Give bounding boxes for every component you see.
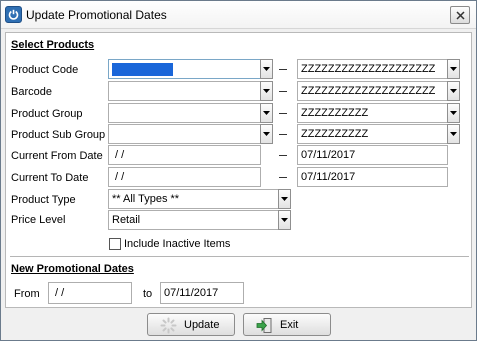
main-panel: Select Products Product Code ZZZZZZZZZZZ… <box>5 32 472 308</box>
current-from-date-to-input[interactable]: 07/11/2017 <box>297 145 448 165</box>
new-to-date-input[interactable]: 07/11/2017 <box>160 282 244 304</box>
title-bar: Update Promotional Dates <box>1 1 476 29</box>
chevron-down-icon <box>263 111 270 115</box>
new-to-label: to <box>143 288 153 300</box>
barcode-from-dropdown[interactable] <box>260 81 273 101</box>
chevron-down-icon <box>263 132 270 136</box>
exit-button[interactable]: Exit <box>243 313 331 336</box>
new-from-label: From <box>14 288 40 300</box>
current-to-date-to-input[interactable]: 07/11/2017 <box>297 167 448 187</box>
include-inactive-label: Include Inactive Items <box>124 238 231 250</box>
close-icon <box>456 11 465 20</box>
exit-button-label: Exit <box>280 319 299 331</box>
exit-arrow-icon <box>256 318 272 333</box>
barcode-to-dropdown[interactable] <box>447 81 460 101</box>
chevron-down-icon <box>450 67 457 71</box>
barcode-label: Barcode <box>11 86 52 98</box>
product-sub-group-label: Product Sub Group <box>11 129 106 141</box>
product-group-label: Product Group <box>11 108 83 120</box>
product-sub-group-from-dropdown[interactable] <box>260 124 273 144</box>
product-code-from-dropdown[interactable] <box>260 59 273 79</box>
range-dash <box>279 69 287 70</box>
spinner-icon <box>160 317 177 334</box>
product-type-label: Product Type <box>11 194 76 206</box>
product-code-from-input[interactable] <box>108 59 261 79</box>
close-button[interactable] <box>450 6 470 24</box>
product-group-from-input[interactable] <box>108 103 261 123</box>
update-button-label: Update <box>184 319 220 331</box>
range-dash <box>279 155 287 156</box>
product-code-to-input[interactable]: ZZZZZZZZZZZZZZZZZZZZ <box>297 59 448 79</box>
range-dash <box>279 134 287 135</box>
range-dash <box>279 113 287 114</box>
section-divider <box>10 256 469 257</box>
product-sub-group-to-input[interactable]: ZZZZZZZZZZ <box>297 124 448 144</box>
chevron-down-icon <box>450 89 457 93</box>
chevron-down-icon <box>263 89 270 93</box>
price-level-select[interactable]: Retail <box>108 210 279 230</box>
power-icon <box>5 6 22 23</box>
product-code-to-dropdown[interactable] <box>447 59 460 79</box>
chevron-down-icon <box>263 67 270 71</box>
chevron-down-icon <box>450 111 457 115</box>
barcode-to-input[interactable]: ZZZZZZZZZZZZZZZZZZZZ <box>297 81 448 101</box>
product-group-from-dropdown[interactable] <box>260 103 273 123</box>
product-group-to-input[interactable]: ZZZZZZZZZZ <box>297 103 448 123</box>
product-type-dropdown[interactable] <box>278 189 291 209</box>
update-button[interactable]: Update <box>147 313 235 336</box>
price-level-dropdown[interactable] <box>278 210 291 230</box>
product-group-to-dropdown[interactable] <box>447 103 460 123</box>
product-sub-group-from-input[interactable] <box>108 124 261 144</box>
current-from-date-from-input[interactable]: / / <box>108 145 261 165</box>
current-to-date-label: Current To Date <box>11 172 89 184</box>
range-dash <box>279 91 287 92</box>
current-from-date-label: Current From Date <box>11 150 103 162</box>
chevron-down-icon <box>450 132 457 136</box>
range-dash <box>279 177 287 178</box>
select-products-heading: Select Products <box>11 39 95 51</box>
chevron-down-icon <box>281 197 288 201</box>
price-level-label: Price Level <box>11 214 66 226</box>
window-title: Update Promotional Dates <box>26 8 167 22</box>
product-code-label: Product Code <box>11 64 79 76</box>
product-sub-group-to-dropdown[interactable] <box>447 124 460 144</box>
new-promotional-dates-heading: New Promotional Dates <box>11 263 134 275</box>
product-type-select[interactable]: ** All Types ** <box>108 189 279 209</box>
barcode-from-input[interactable] <box>108 81 261 101</box>
dialog-window: Update Promotional Dates Select Products… <box>0 0 477 341</box>
selected-text-highlight <box>112 63 173 76</box>
new-from-date-input[interactable]: / / <box>48 282 132 304</box>
chevron-down-icon <box>281 218 288 222</box>
current-to-date-from-input[interactable]: / / <box>108 167 261 187</box>
include-inactive-checkbox[interactable] <box>109 238 121 250</box>
